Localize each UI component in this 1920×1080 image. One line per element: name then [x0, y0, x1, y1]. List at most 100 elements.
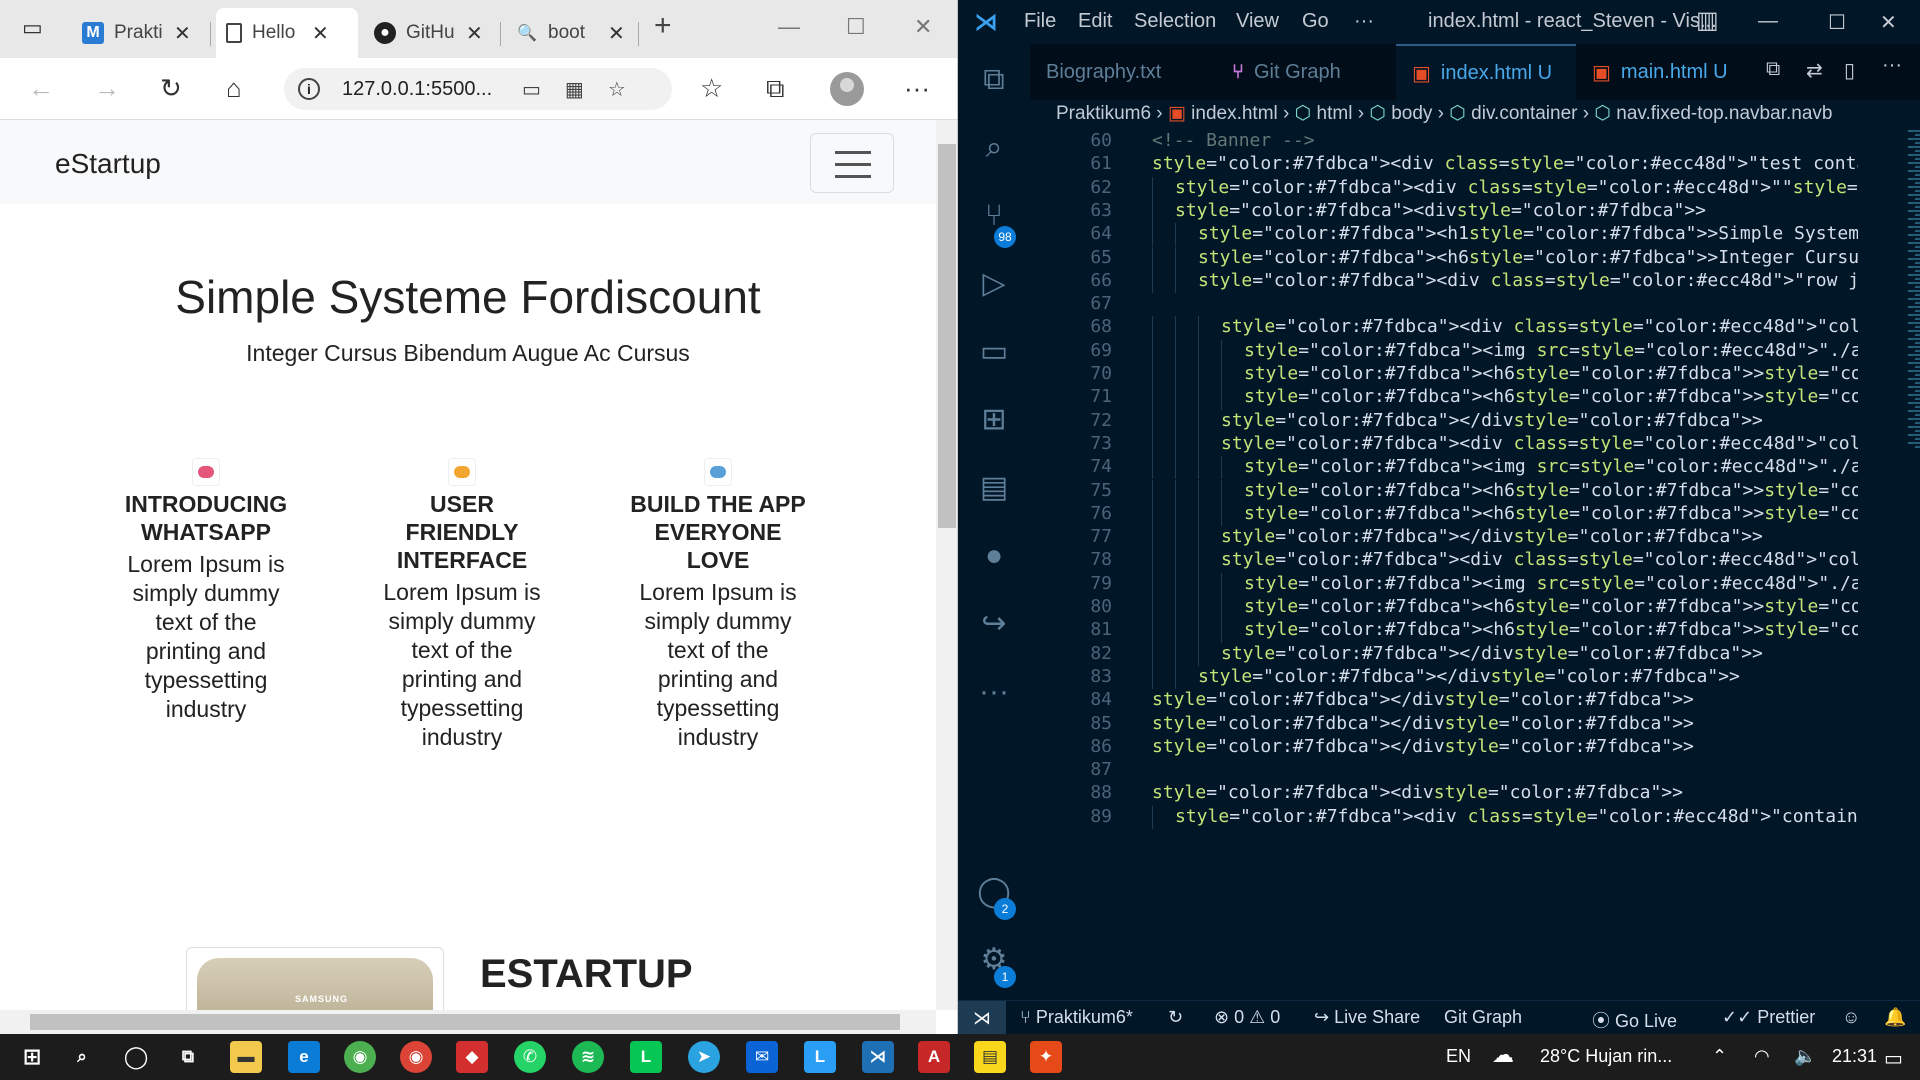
code-line[interactable]: style="color:#7fdbca"><div class=style="…	[1152, 806, 1858, 827]
sync-icon[interactable]: ↻	[1168, 1007, 1183, 1028]
telegram-icon[interactable]: ➤	[688, 1041, 720, 1073]
menu-edit[interactable]: Edit	[1078, 10, 1112, 33]
sticky-notes-icon[interactable]: ▤	[974, 1041, 1006, 1073]
more-actions-icon[interactable]: ···	[1882, 54, 1902, 77]
notifications-icon[interactable]: 🔔	[1884, 1007, 1906, 1028]
edge-icon[interactable]: e	[288, 1041, 320, 1073]
browser-tab-bootstrap[interactable]: 🔍 boot ✕	[506, 8, 635, 58]
layout-icon[interactable]: ▥	[1696, 6, 1719, 35]
vscode-taskbar-icon[interactable]: ⋊	[862, 1041, 894, 1073]
problems-indicator[interactable]: ⊗ 0 ⚠ 0	[1214, 1007, 1280, 1028]
breadcrumb-item[interactable]: Praktikum6	[1056, 103, 1151, 124]
horizontal-scrollbar[interactable]	[0, 1010, 936, 1034]
app-active-icon[interactable]: ✦	[1030, 1041, 1062, 1073]
code-line[interactable]: style="color:#7fdbca"><img src=style="co…	[1152, 340, 1858, 361]
pdf-reader-icon[interactable]: A	[918, 1041, 950, 1073]
spotify-icon[interactable]: ≋	[572, 1041, 604, 1073]
navbar-brand[interactable]: eStartup	[55, 148, 161, 180]
more-icon[interactable]: ···	[904, 74, 930, 102]
more-icon[interactable]: ···	[976, 674, 1012, 710]
breadcrumb-item[interactable]: html	[1317, 103, 1353, 124]
remote-explorer-icon[interactable]: ▭	[976, 334, 1012, 370]
go-live-status[interactable]: ⦿ Go Live	[1592, 1007, 1677, 1033]
code-line[interactable]: <!-- Banner -->	[1152, 130, 1858, 151]
code-line[interactable]: style="color:#7fdbca"><h6style="color:#7…	[1152, 386, 1858, 407]
forward-icon[interactable]: →	[94, 74, 120, 102]
breadcrumb-item[interactable]: nav.fixed-top.navbar.navb	[1616, 103, 1832, 124]
code-line[interactable]: style="color:#7fdbca"><h6style="color:#7…	[1152, 596, 1858, 617]
code-line[interactable]: style="color:#7fdbca"><div class=style="…	[1152, 177, 1858, 198]
browser-tab-praktikum[interactable]: M Prakti ✕	[72, 8, 201, 58]
vertical-scrollbar[interactable]	[936, 120, 957, 1010]
breadcrumb-item[interactable]: index.html	[1191, 103, 1278, 124]
app-l-icon[interactable]: L	[804, 1041, 836, 1073]
code-line[interactable]: style="color:#7fdbca"><div class=style="…	[1152, 316, 1858, 337]
task-view-icon[interactable]: ⧉	[172, 1041, 204, 1073]
code-line[interactable]: style="color:#7fdbca"><div class=style="…	[1152, 433, 1858, 454]
wifi-icon[interactable]: ◠	[1754, 1046, 1770, 1067]
tab-actions-icon[interactable]: ▭	[22, 14, 43, 42]
grid-icon[interactable]: ▦	[565, 77, 584, 102]
close-tab-icon[interactable]: ✕	[466, 21, 483, 46]
mail-icon[interactable]: ✉	[746, 1041, 778, 1073]
code-line[interactable]: style="color:#7fdbca"></divstyle="color:…	[1152, 713, 1858, 734]
scrollbar-thumb[interactable]	[30, 1014, 900, 1030]
browser-tab-hello[interactable]: Hello ✕	[216, 8, 358, 58]
breadcrumb-item[interactable]: div.container	[1471, 103, 1577, 124]
home-icon[interactable]: ⌂	[226, 74, 242, 102]
back-icon[interactable]: ←	[28, 74, 54, 102]
menu-go[interactable]: Go	[1302, 10, 1329, 33]
code-editor[interactable]: 60 <!-- Banner --> 61 style="color:#7fdbca"…	[1030, 130, 1920, 1000]
volume-icon[interactable]: 🔈	[1794, 1046, 1816, 1067]
git-graph-status[interactable]: Git Graph	[1444, 1007, 1522, 1028]
address-bar[interactable]: i 127.0.0.1:5500... ▭ ▦ ☆	[284, 68, 672, 110]
code-line[interactable]: style="color:#7fdbca"></divstyle="color:…	[1152, 689, 1858, 710]
start-icon[interactable]: ⊞	[16, 1041, 48, 1073]
close-window-icon[interactable]: ✕	[914, 14, 932, 40]
tab-index-html[interactable]: ▣ index.html U	[1396, 44, 1576, 100]
code-line[interactable]: style="color:#7fdbca"><h6style="color:#7…	[1152, 363, 1858, 384]
search-icon[interactable]: ⌕	[66, 1041, 98, 1073]
maximize-icon[interactable]: ☐	[1828, 10, 1846, 35]
line-icon[interactable]: L	[630, 1041, 662, 1073]
panels-icon[interactable]: ▤	[976, 470, 1012, 506]
github-icon[interactable]: ●	[976, 538, 1012, 574]
run-debug-icon[interactable]: ▷	[976, 266, 1012, 302]
tab-main-html[interactable]: ▣ main.html U	[1576, 44, 1746, 100]
tab-biography[interactable]: Biography.txt	[1030, 44, 1216, 100]
weather-text[interactable]: 28°C Hujan rin...	[1540, 1046, 1672, 1067]
code-line[interactable]: style="color:#7fdbca"><divstyle="color:#…	[1152, 782, 1858, 803]
app-available-icon[interactable]: ▭	[522, 77, 541, 102]
code-line[interactable]: style="color:#7fdbca"><h6style="color:#7…	[1152, 619, 1858, 640]
minimize-icon[interactable]: —	[778, 14, 800, 40]
explorer-icon[interactable]: ⧉	[976, 62, 1012, 98]
code-line[interactable]: style="color:#7fdbca"></divstyle="color:…	[1152, 666, 1858, 687]
code-line[interactable]: style="color:#7fdbca"></divstyle="color:…	[1152, 526, 1858, 547]
file-explorer-icon[interactable]: ▬	[230, 1041, 262, 1073]
antivirus-icon[interactable]: ◆	[456, 1041, 488, 1073]
preview-icon[interactable]: ⧉	[1766, 58, 1780, 81]
code-line[interactable]: style="color:#7fdbca"><h1style="color:#7…	[1152, 223, 1858, 244]
profile-avatar[interactable]	[830, 72, 864, 106]
scrollbar-thumb[interactable]	[938, 144, 956, 528]
close-window-icon[interactable]: ✕	[1880, 10, 1897, 35]
whatsapp-icon[interactable]: ✆	[514, 1041, 546, 1073]
live-share-icon[interactable]: ↪	[976, 606, 1012, 642]
browser-tab-github[interactable]: ● GitHu ✕	[364, 8, 493, 58]
extensions-icon[interactable]: ⊞	[976, 402, 1012, 438]
tab-git-graph[interactable]: ⑂ Git Graph	[1216, 44, 1396, 100]
clock[interactable]: 21:31	[1832, 1046, 1877, 1067]
code-line[interactable]: style="color:#7fdbca"><div class=style="…	[1152, 549, 1858, 570]
language-indicator[interactable]: EN	[1446, 1046, 1471, 1067]
code-line[interactable]: style="color:#7fdbca"></divstyle="color:…	[1152, 410, 1858, 431]
collections-icon[interactable]: ⧉	[766, 74, 785, 102]
minimap[interactable]	[1908, 130, 1920, 470]
menu-more[interactable]: ···	[1354, 10, 1374, 33]
info-icon[interactable]: i	[298, 78, 320, 100]
code-line[interactable]: style="color:#7fdbca"><img src=style="co…	[1152, 573, 1858, 594]
chevron-up-icon[interactable]: ⌃	[1712, 1046, 1727, 1067]
code-line[interactable]: style="color:#7fdbca"></divstyle="color:…	[1152, 643, 1858, 664]
maximize-icon[interactable]: ☐	[846, 14, 866, 40]
close-tab-icon[interactable]: ✕	[174, 21, 191, 46]
code-line[interactable]: style="color:#7fdbca"><h6style="color:#7…	[1152, 247, 1858, 268]
